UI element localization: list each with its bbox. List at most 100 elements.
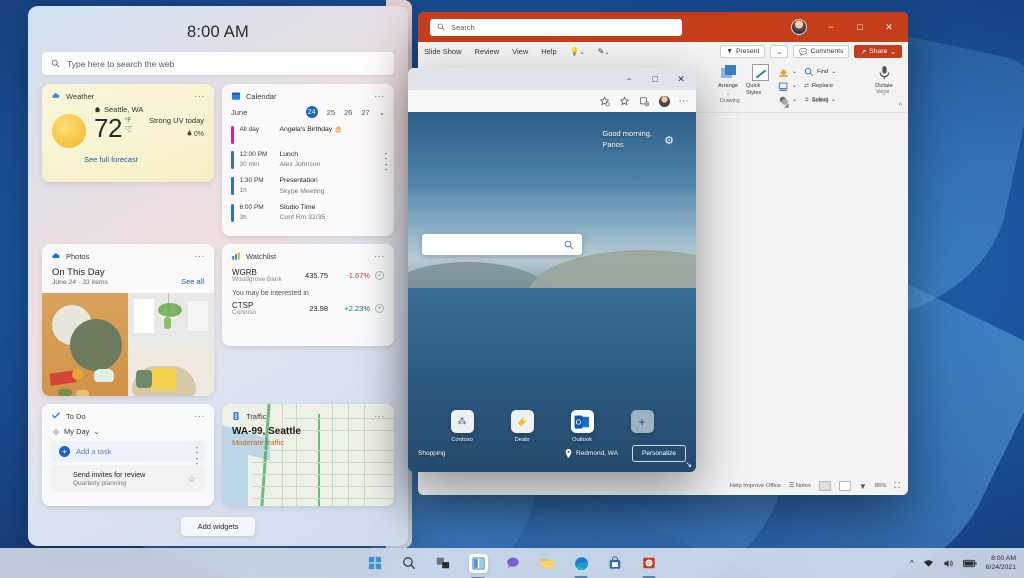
widget-weather[interactable]: Weather ··· Seattle, WA 72 [42,84,214,182]
edge-button[interactable] [573,555,590,572]
help-improve-office-link[interactable]: Help Improve Office [730,483,781,489]
photo-thumbnail[interactable] [128,293,214,348]
tab-view[interactable]: View [512,47,528,56]
personalize-button[interactable]: Personalize [632,445,686,462]
maximize-button[interactable]: □ [847,16,873,38]
close-button[interactable]: ✕ [876,16,902,38]
taskbar[interactable]: P ^ 8:00 AM 6/24/2021 [0,548,1024,578]
calendar-day-3[interactable]: 26 [344,108,352,117]
system-tray[interactable]: ^ 8:00 AM 6/24/2021 [910,548,1016,578]
store-button[interactable] [607,555,624,572]
powerpoint-ribbon-tabs[interactable]: Slide Show Review View Help 💡⌄ ✎⌄ ▼ Pres… [418,42,908,61]
edge-browser-window[interactable]: − □ ✕ ⋯ Good morning, Panos ⚙ [408,68,696,472]
start-button[interactable] [367,555,384,572]
chevron-up-icon[interactable]: ^ [910,559,914,568]
battery-icon[interactable] [963,559,977,568]
more-menu-icon[interactable]: ⋯ [679,96,690,107]
quick-link[interactable]: O Outlook [564,410,600,443]
edge-tab-bar[interactable]: − □ ✕ [408,68,696,90]
add-widgets-button[interactable]: Add widgets [181,517,255,536]
add-collection-icon[interactable] [639,96,650,107]
present-button[interactable]: ▼ Present [720,45,765,58]
fit-slide-icon[interactable]: ⛶ [894,481,900,491]
widget-calendar[interactable]: Calendar ··· June 24 25 26 27 ⌄ All day [222,84,394,236]
resize-handle-icon[interactable]: ↘ [685,460,692,469]
tab-help[interactable]: Help [541,47,556,56]
calendar-day-4[interactable]: 27 [361,108,369,117]
photos-thumbnails[interactable] [42,293,214,396]
calendar-event[interactable]: 12:00 PM 30 min Lunch Alex Johnson •••• [222,147,394,173]
search-button[interactable] [401,555,418,572]
taskbar-clock[interactable]: 8:00 AM 6/24/2021 [986,554,1016,572]
photo-thumbnail[interactable] [128,348,214,396]
widgets-search-input[interactable]: Type here to search the web [42,52,394,75]
calendar-day-strip[interactable]: June 24 25 26 27 ⌄ [222,105,394,122]
dialog-launcher-icon[interactable]: ◢ [784,102,789,109]
todo-menu-button[interactable]: ··· [194,411,205,421]
slide-sorter-icon[interactable] [839,481,851,491]
edge-search-input[interactable] [422,234,582,255]
widgets-button[interactable] [469,554,488,573]
powerpoint-status-bar[interactable]: Help Improve Office ☰ Notes ▼ 86% ⛶ [418,477,908,495]
shopping-link[interactable]: Shopping [418,450,445,457]
wifi-icon[interactable] [923,558,934,569]
weather-units[interactable]: °F °C [125,117,132,136]
powerpoint-titlebar[interactable]: Search − □ ✕ [418,12,908,42]
todo-list-selector[interactable]: My Day ⌄ [42,425,214,441]
widgets-panel[interactable]: 8:00 AM Type here to search the web Weat… [28,6,408,546]
edge-location[interactable]: Redmond, WA [565,449,618,458]
widget-photos[interactable]: Photos ··· On This Day June 24 · 33 item… [42,244,214,396]
edge-new-tab-page[interactable]: Good morning, Panos ⚙ ⁂ Contoso Deals [408,112,696,472]
photos-menu-button[interactable]: ··· [194,251,205,261]
shape-outline-button[interactable]: ⌄ [778,80,797,92]
todo-task-item[interactable]: Send invites for review Quarterly planni… [51,465,205,492]
replace-button[interactable]: ⇄Replace [804,80,836,92]
find-button[interactable]: Find⌄ [804,66,836,78]
watchlist-menu-button[interactable]: ··· [374,251,385,261]
pen-icon[interactable]: ✎⌄ [598,47,610,56]
quick-link[interactable]: ⁂ Contoso [444,410,480,443]
share-button[interactable]: ↗ Share ⌄ [854,45,902,58]
calendar-event[interactable]: 6:00 PM 3h Studio Time Conf Rm 32/35 [222,200,394,226]
minimize-button[interactable]: − [818,16,844,38]
shape-fill-button[interactable]: ⌄ [778,66,797,78]
chevron-down-icon[interactable]: ⌄ [93,427,99,436]
file-explorer-button[interactable] [539,555,556,572]
star-icon[interactable]: ☆ [188,474,196,485]
weather-forecast-link[interactable]: See full forecast [42,148,214,164]
comments-button[interactable]: 💬 Comments [793,45,849,58]
gear-icon[interactable]: ⚙ [664,134,674,147]
weather-menu-button[interactable]: ··· [194,91,205,101]
collections-icon[interactable] [599,96,610,107]
todo-add-task-row[interactable]: + Add a task •••• [51,441,205,462]
weather-unit-celsius[interactable]: °C [125,126,132,136]
todo-add-task-input[interactable]: Add a task [76,447,111,456]
check-circle-icon[interactable]: ✓ [375,271,384,280]
normal-view-icon[interactable] [819,481,831,491]
quick-link[interactable]: Deals [504,410,540,443]
photos-see-all-link[interactable]: See all [181,277,204,286]
profile-avatar[interactable] [659,96,670,107]
tab-review[interactable]: Review [475,47,500,56]
notes-button[interactable]: ☰ Notes [789,483,811,489]
zoom-level[interactable]: 86% [875,483,887,489]
quick-styles-button[interactable]: Quick Styles [746,64,774,96]
weather-unit-fahrenheit[interactable]: °F [125,117,132,126]
calendar-menu-button[interactable]: ··· [374,91,385,101]
chat-button[interactable] [505,555,522,572]
powerpoint-button[interactable]: P [641,555,658,572]
avatar[interactable] [791,19,807,35]
minimize-button[interactable]: − [616,68,642,90]
widget-traffic[interactable]: Traffic ··· WA-99, Seattle Moderate traf… [222,404,394,506]
plus-circle-icon[interactable]: + [375,304,384,313]
calendar-day-selected[interactable]: 24 [306,106,318,118]
task-view-button[interactable] [435,555,452,572]
close-button[interactable]: ✕ [668,68,694,90]
calendar-event[interactable]: All day Angela's Birthday 🎂 [222,122,394,147]
powerpoint-search-input[interactable]: Search [430,19,682,36]
volume-icon[interactable] [943,558,954,569]
chevron-up-icon[interactable]: ^ [899,103,902,110]
calendar-event[interactable]: 1:30 PM 1h Presentation Skype Meeting [222,173,394,199]
watchlist-row[interactable]: WGRB Woodgrove Bank 435.75 -1.67% ✓ [222,265,394,286]
arrange-button[interactable]: Arrange ⌄ [714,64,742,97]
